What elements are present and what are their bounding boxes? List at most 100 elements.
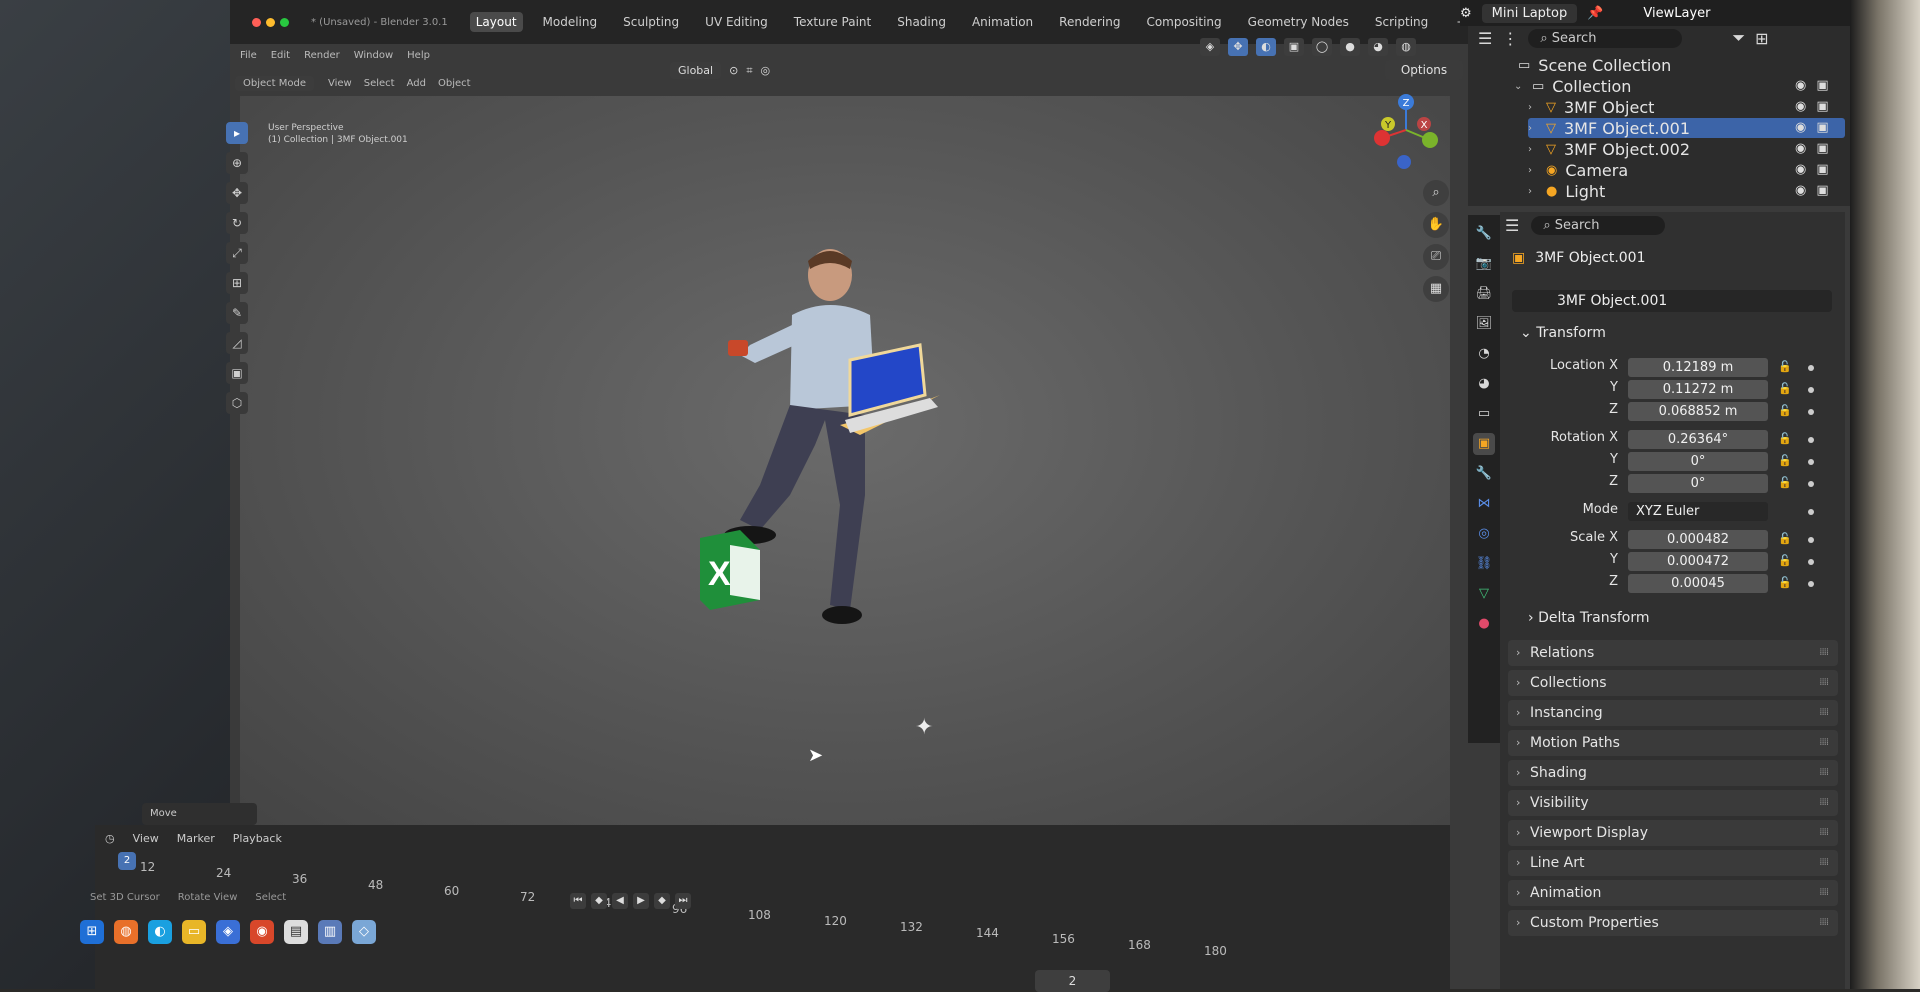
render-camera-icon[interactable]: ▣ [1816,162,1828,177]
drag-grip-icon[interactable]: ⁞⁞⁞⁞ [1819,880,1829,906]
location-y-field[interactable]: 0.11272 m [1628,380,1768,399]
drag-grip-icon[interactable]: ⁞⁞⁞⁞ [1819,820,1829,846]
output-tab-icon[interactable]: 🖨 [1473,283,1495,305]
panel-viewport-display[interactable]: › Viewport Display ⁞⁞⁞⁞ [1508,820,1838,846]
zoom-icon[interactable]: ⌕ [1423,180,1449,206]
drag-grip-icon[interactable]: ⁞⁞⁞⁞ [1819,850,1829,876]
maximize-window-button[interactable] [280,17,289,27]
tab-shading[interactable]: Shading [891,12,952,32]
viewport-menu-select[interactable]: Select [364,78,395,89]
viewport-menu-add[interactable]: Add [407,78,426,89]
properties-search-input[interactable]: ⌕ Search [1531,216,1666,235]
scene-selector[interactable]: Mini Laptop [1481,3,1578,23]
world-tab-icon[interactable]: ◕ [1473,373,1495,395]
perspective-toggle-icon[interactable]: ▦ [1423,276,1449,302]
menu-file[interactable]: File [240,50,257,61]
play-reverse-icon[interactable]: ◀ [612,893,628,909]
rotation-mode-select[interactable]: XYZ Euler [1628,502,1768,521]
rotation-x-field[interactable]: 0.26364° [1628,430,1768,449]
panel-instancing[interactable]: › Instancing ⁞⁞⁞⁞ [1508,700,1838,726]
panel-motion-paths[interactable]: › Motion Paths ⁞⁞⁞⁞ [1508,730,1838,756]
options-button[interactable]: Options [1385,60,1463,80]
view-layer-tab-icon[interactable]: 🖼 [1473,313,1495,335]
viewport-menu-object[interactable]: Object [438,78,471,89]
constraints-tab-icon[interactable]: ⛓ [1473,553,1495,575]
scene-icon[interactable]: ⚙ [1460,6,1472,21]
keyframe-dot-icon[interactable] [1808,459,1814,465]
drag-grip-icon[interactable]: ⁞⁞⁞⁞ [1819,760,1829,786]
solid-shading-icon[interactable]: ● [1340,38,1360,56]
tab-animation[interactable]: Animation [966,12,1039,32]
lock-icon[interactable]: 🔓 [1778,382,1792,395]
add-cube-tool-icon[interactable]: ▣ [226,362,248,384]
material-shading-icon[interactable]: ◕ [1368,38,1388,56]
jump-end-icon[interactable]: ⏭ [675,893,691,909]
keyframe-dot-icon[interactable] [1808,537,1814,543]
scale-tool-icon[interactable]: ⤢ [226,242,248,264]
light-object-icon[interactable]: ✦ [915,715,933,740]
store-icon[interactable]: ◈ [216,920,240,944]
panel-custom-properties[interactable]: › Custom Properties ⁞⁞⁞⁞ [1508,910,1838,936]
gizmo-x-handle[interactable] [1374,130,1390,146]
outliner-search-input[interactable]: ⌕ Search [1528,28,1683,48]
wireframe-shading-icon[interactable]: ◯ [1312,38,1332,56]
jump-keyframe-back-icon[interactable]: ◆ [591,893,607,909]
object-name-field[interactable]: 3MF Object.001 [1512,290,1832,312]
drag-grip-icon[interactable]: ⁞⁞⁞⁞ [1819,640,1829,666]
view-layer-selector[interactable]: ViewLayer [1643,6,1710,21]
tab-rendering[interactable]: Rendering [1053,12,1126,32]
panel-visibility[interactable]: › Visibility ⁞⁞⁞⁞ [1508,790,1838,816]
camera-view-icon[interactable]: ⎚ [1423,244,1449,270]
properties-editor-type-icon[interactable]: ☰ [1505,216,1519,235]
eye-icon[interactable]: ◉ [1795,99,1806,114]
keyframe-dot-icon[interactable] [1808,509,1814,515]
scale-z-field[interactable]: 0.00045 [1628,574,1768,593]
lock-icon[interactable]: 🔓 [1778,576,1792,589]
eye-icon[interactable]: ◉ [1795,120,1806,135]
panel-animation[interactable]: › Animation ⁞⁞⁞⁞ [1508,880,1838,906]
transform-tool-icon[interactable]: ⊞ [226,272,248,294]
calendar-icon[interactable]: ▤ [284,920,308,944]
pivot-icon[interactable]: ⊙ [729,64,738,77]
lock-icon[interactable]: 🔓 [1778,404,1792,417]
viewport-menu-view[interactable]: View [328,78,352,89]
playhead[interactable]: 2 [118,852,136,870]
render-camera-icon[interactable]: ▣ [1816,183,1828,198]
menu-edit[interactable]: Edit [271,50,290,61]
firefox-icon[interactable]: ◍ [114,920,138,944]
chevron-right-icon[interactable]: › [1528,123,1538,134]
tab-layout[interactable]: Layout [469,12,523,32]
eye-icon[interactable]: ◉ [1795,141,1806,156]
transform-panel-header[interactable]: ⌄ Transform [1520,325,1606,341]
overlay-toggle-icon[interactable]: ◐ [1256,38,1276,56]
annotate-tool-icon[interactable]: ✎ [226,302,248,324]
rotation-z-field[interactable]: 0° [1628,474,1768,493]
minimize-window-button[interactable] [266,17,275,27]
proportional-edit-icon[interactable]: ◎ [761,64,771,77]
chevron-down-icon[interactable]: ⌄ [1514,81,1524,92]
panel-line-art[interactable]: › Line Art ⁞⁞⁞⁞ [1508,850,1838,876]
notepad-icon[interactable]: ▥ [318,920,342,944]
material-tab-icon[interactable]: ● [1473,613,1495,635]
timeline-menu-marker[interactable]: Marker [177,832,215,845]
chevron-right-icon[interactable]: › [1528,102,1538,113]
add-object-tool-icon[interactable]: ⬡ [226,392,248,414]
delta-transform-header[interactable]: › Delta Transform [1528,610,1650,626]
outliner-filter-icon[interactable]: ⏷ [1732,28,1745,48]
new-collection-icon[interactable]: ⊞ [1755,29,1768,48]
drag-grip-icon[interactable]: ⁞⁞⁞⁞ [1819,700,1829,726]
drag-grip-icon[interactable]: ⁞⁞⁞⁞ [1819,730,1829,756]
pan-hand-icon[interactable]: ✋ [1423,212,1449,238]
tab-modeling[interactable]: Modeling [537,12,604,32]
collection-tab-icon[interactable]: ▭ [1473,403,1495,425]
excel-cube-model[interactable]: X [700,530,760,610]
data-tab-icon[interactable]: ▽ [1473,583,1495,605]
jump-start-icon[interactable]: ⏮ [570,893,586,909]
rotation-y-field[interactable]: 0° [1628,452,1768,471]
chevron-right-icon[interactable]: › [1528,165,1538,176]
outliner-filter-sort-icon[interactable]: ⋮ [1502,29,1518,48]
timeline-menu-playback[interactable]: Playback [233,832,282,845]
chrome-icon[interactable]: ◉ [250,920,274,944]
keyframe-dot-icon[interactable] [1808,387,1814,393]
chevron-right-icon[interactable]: › [1528,144,1538,155]
